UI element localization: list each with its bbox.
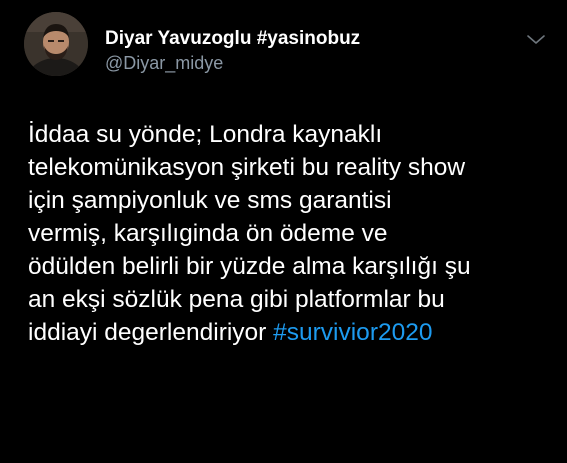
tweet-author: Diyar Yavuzoglu #yasinobuz @Diyar_midye: [105, 28, 360, 74]
tweet-card: Diyar Yavuzoglu #yasinobuz @Diyar_midye …: [0, 0, 567, 463]
tweet-text-line: telekomünikasyon şirketi bu reality show: [28, 154, 466, 181]
avatar-photo: [24, 12, 88, 76]
more-options-button[interactable]: [525, 32, 547, 48]
hashtag-link[interactable]: #survivior2020: [273, 319, 432, 346]
tweet-text: İddaa su yönde; Londra kaynaklı telekomü…: [28, 118, 553, 349]
avatar[interactable]: [24, 12, 88, 76]
tweet-text-last-line: iddiayi degerlendiriyor #survivior2020: [28, 316, 553, 349]
tweet-text-line: an ekşi sözlük pena gibi platformlar bu: [28, 286, 445, 313]
tweet-text-line: iddiayi degerlendiriyor: [28, 319, 267, 346]
tweet-text-line: İddaa su yönde; Londra kaynaklı: [28, 121, 383, 148]
chevron-down-icon: [527, 35, 545, 44]
author-handle[interactable]: @Diyar_midye: [105, 52, 360, 74]
author-display-name[interactable]: Diyar Yavuzoglu #yasinobuz: [105, 28, 360, 50]
tweet-text-line: için şampiyonluk ve sms garantisi: [28, 187, 392, 214]
tweet-text-line: ödülden belirli bir yüzde alma karşılığı…: [28, 253, 471, 280]
display-name-text: Diyar Yavuzoglu #yasinobuz: [105, 28, 361, 49]
tweet-text-line: vermiş, karşılıginda ön ödeme ve: [28, 220, 388, 247]
